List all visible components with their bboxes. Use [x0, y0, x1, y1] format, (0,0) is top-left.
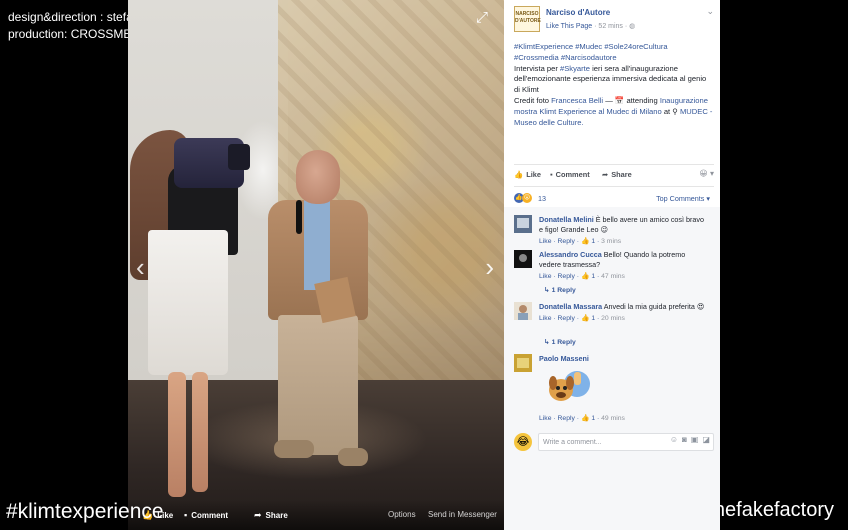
like-count-icon: 👍: [580, 415, 590, 422]
like-page-link[interactable]: Like This Page: [546, 23, 592, 30]
comment-author[interactable]: Donatella Melini: [539, 215, 594, 224]
interviewer-skirt: [148, 230, 228, 375]
view-replies-link[interactable]: ↳ 1 Reply: [544, 286, 576, 294]
post-text: #KlimtExperience #Mudec #Sole24oreCultur…: [514, 42, 714, 128]
interviewee-head: [296, 150, 340, 204]
like-count-icon: 👍: [580, 238, 590, 245]
skyarte-hashtag[interactable]: #Skyarte: [560, 64, 590, 73]
hashtag-overlay: #klimtexperience: [6, 500, 164, 523]
write-comment-box: 😂 Write a comment... ☺ ◙ ▣ ◪: [514, 431, 714, 453]
photo-share-button[interactable]: ➦ Share: [254, 510, 288, 521]
like-count-icon: 👍: [580, 273, 590, 280]
divider: [514, 164, 714, 165]
page-logo[interactable]: NARCISO D'AUTORE: [514, 6, 541, 32]
user-avatar: 😂: [514, 433, 532, 451]
comment-like[interactable]: Like: [539, 273, 551, 280]
page-name[interactable]: Narciso d'Autore: [546, 8, 610, 17]
sticker-icon[interactable]: ◪: [702, 435, 710, 444]
expand-icon[interactable]: ⤢: [474, 10, 490, 26]
microphone: [296, 200, 302, 234]
comment-author[interactable]: Alessandro Cucca: [539, 250, 602, 259]
next-arrow-icon[interactable]: ›: [485, 252, 494, 283]
comment-button[interactable]: ▪ Comment: [550, 170, 590, 179]
gif-icon[interactable]: ▣: [691, 435, 699, 444]
credit-person-link[interactable]: Francesca Belli: [551, 96, 603, 105]
comment-text: Anvedi la mia guida preferita 😍: [602, 302, 705, 311]
reaction-summary: 👍 😮 13 Top Comments ▾: [514, 193, 714, 205]
avatar[interactable]: [514, 215, 532, 233]
interviewee-pants: [278, 315, 358, 455]
chevron-down-icon[interactable]: ⌄: [706, 6, 714, 17]
wow-reaction-icon: 😮: [522, 193, 532, 203]
view-replies-link[interactable]: ↳ 1 Reply: [544, 338, 576, 346]
options-link[interactable]: Options: [388, 510, 416, 519]
comment-reply[interactable]: Reply: [558, 273, 575, 280]
reaction-count[interactable]: 13: [538, 194, 546, 203]
reaction-picker-icon[interactable]: 😀 ▾: [699, 169, 714, 178]
emoji-icon[interactable]: ☺: [670, 435, 678, 444]
post-time[interactable]: 52 mins: [598, 23, 623, 30]
top-comments-dropdown[interactable]: Top Comments ▾: [656, 194, 710, 203]
post-hashtags-2[interactable]: #Crossmedia #Narcisodautore: [514, 53, 714, 64]
comment-icon: ▪: [184, 510, 188, 520]
comment-like[interactable]: Like: [539, 315, 551, 322]
camera-icon[interactable]: ◙: [682, 435, 687, 444]
comment-author[interactable]: Donatella Massara: [539, 302, 602, 311]
comment-icon: ▪: [550, 170, 553, 179]
post-photo[interactable]: ⤢ ‹ ›: [128, 0, 504, 530]
comment-reply[interactable]: Reply: [558, 415, 575, 422]
reply-arrow-icon: ↳: [544, 339, 552, 346]
comment-like[interactable]: Like: [539, 415, 551, 422]
avatar[interactable]: [514, 354, 532, 372]
post-meta: Like This Page · 52 mins · ◍: [546, 23, 636, 30]
comment-reply[interactable]: Reply: [558, 238, 575, 245]
comment-author[interactable]: Paolo Masseni: [539, 354, 589, 363]
dog-sticker-icon: [549, 371, 590, 401]
avatar[interactable]: [514, 250, 532, 268]
reply-arrow-icon: ↳: [544, 287, 552, 294]
photo-comment-button[interactable]: ▪ Comment: [184, 510, 228, 520]
post-actions: 👍 Like ▪ Comment ➦ Share 😀 ▾: [514, 169, 714, 182]
post-header: NARCISO D'AUTORE Narciso d'Autore Like T…: [514, 6, 714, 36]
send-messenger-link[interactable]: Send in Messenger: [428, 510, 497, 519]
comment-reply[interactable]: Reply: [558, 315, 575, 322]
comment-like[interactable]: Like: [539, 238, 551, 245]
post-hashtags-1[interactable]: #KlimtExperience #Mudec #Sole24oreCultur…: [514, 42, 714, 53]
avatar[interactable]: [514, 302, 532, 320]
share-button[interactable]: ➦ Share: [602, 170, 632, 179]
comment-item: Paolo Masseni Like · Reply · 👍 1 · 49 mi…: [514, 354, 714, 424]
post-body: Intervista per #Skyarte ieri sera all'in…: [514, 63, 707, 95]
like-count-icon: 👍: [580, 315, 590, 322]
prev-arrow-icon[interactable]: ‹: [136, 252, 145, 283]
thumbs-up-icon: 👍: [514, 170, 524, 179]
post-panel: NARCISO D'AUTORE Narciso d'Autore Like T…: [504, 0, 720, 530]
like-button[interactable]: 👍 Like: [514, 170, 541, 179]
share-icon: ➦: [602, 170, 609, 179]
globe-icon: · ◍: [624, 23, 636, 30]
post-credit: Credit foto Francesca Belli — 📅 attendin…: [514, 95, 713, 127]
share-icon: ➦: [254, 510, 262, 520]
photo-action-bar: 👍 Like ▪ Comment ➦ Share Options Send in…: [128, 500, 504, 530]
location-pin-icon: ⚲: [672, 106, 678, 116]
